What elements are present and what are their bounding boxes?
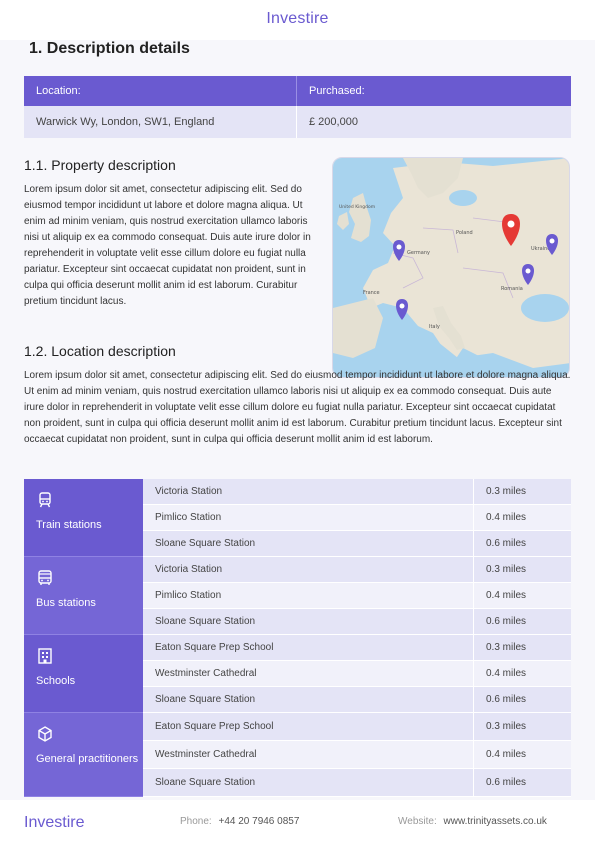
amenity-name: Sloane Square Station <box>143 769 474 796</box>
header-brand: Investire <box>266 10 329 27</box>
amenity-category-label: General practitioners <box>36 753 139 765</box>
amenity-distance: 0.4 miles <box>486 749 527 760</box>
map-label: Romania <box>501 286 523 292</box>
amenity-distance: 0.6 miles <box>486 694 527 705</box>
page-content: 1. Description details Location: Purchas… <box>0 40 595 800</box>
amenity-distance: 0.4 miles <box>486 512 527 523</box>
nearby-amenities-table: Train stations Victoria Station 0.3 miles P… <box>24 479 571 797</box>
map-label: France <box>363 290 380 296</box>
cube-icon <box>36 725 54 743</box>
location-value: Warwick Wy, London, SW1, England <box>24 106 297 138</box>
amenity-name: Eaton Square Prep School <box>143 713 474 740</box>
amenity-distance: 0.3 miles <box>486 486 527 497</box>
amenity-group: Schools Eaton Square Prep School 0.3 miles… <box>24 635 571 713</box>
amenity-name: Sloane Square Station <box>143 531 474 556</box>
phone-label: Phone: <box>180 816 212 827</box>
table-row: Eaton Square Prep School 0.3 miles <box>143 635 571 661</box>
map-label: United Kingdom <box>339 204 375 210</box>
amenity-distance: 0.6 miles <box>486 616 527 627</box>
info-table: Location: Purchased: Warwick Wy, London,… <box>24 76 571 138</box>
amenity-distance: 0.6 miles <box>486 777 527 788</box>
amenity-category-label: Schools <box>36 675 76 687</box>
amenity-name: Pimlico Station <box>143 583 474 608</box>
table-row: Sloane Square Station 0.6 miles <box>143 531 571 557</box>
table-row: Sloane Square Station 0.6 miles <box>143 769 571 797</box>
table-row: Eaton Square Prep School 0.3 miles <box>143 713 571 741</box>
amenity-group: General practitioners Eaton Square Prep S… <box>24 713 571 797</box>
location-map[interactable]: Poland Ukraine Germany France Romania It… <box>332 157 570 378</box>
school-icon <box>36 647 54 665</box>
amenity-name: Westminster Cathedral <box>143 661 474 686</box>
info-table-header: Location: Purchased: <box>24 76 571 106</box>
amenity-distance: 0.4 miles <box>486 590 527 601</box>
amenity-category: Train stations <box>24 479 143 557</box>
amenity-name: Westminster Cathedral <box>143 741 474 768</box>
amenity-distance: 0.3 miles <box>486 721 527 732</box>
table-row: Westminster Cathedral 0.4 miles <box>143 661 571 687</box>
amenity-category: Bus stations <box>24 557 143 635</box>
footer-brand: Investire <box>24 814 85 831</box>
table-row: Pimlico Station 0.4 miles <box>143 583 571 609</box>
amenity-group: Train stations Victoria Station 0.3 miles P… <box>24 479 571 557</box>
map-label: Italy <box>429 324 440 330</box>
property-description-title: 1.1. Property description <box>24 157 176 173</box>
amenity-name: Sloane Square Station <box>143 609 474 634</box>
table-row: Sloane Square Station 0.6 miles <box>143 687 571 713</box>
amenity-distance: 0.4 miles <box>486 668 527 679</box>
amenity-name: Pimlico Station <box>143 505 474 530</box>
amenity-category-label: Bus stations <box>36 597 96 609</box>
amenity-name: Victoria Station <box>143 557 474 582</box>
train-icon <box>36 491 54 509</box>
amenity-group: Bus stations Victoria Station 0.3 miles Pim… <box>24 557 571 635</box>
purchased-header: Purchased: <box>309 85 365 97</box>
page-footer: Investire Phone: +44 20 7946 0857 Websit… <box>0 800 595 842</box>
property-description-text: Lorem ipsum dolor sit amet, consectetur … <box>24 184 311 307</box>
location-header: Location: <box>24 76 297 106</box>
amenity-distance: 0.3 miles <box>486 642 527 653</box>
page-header: Investire <box>0 0 595 40</box>
amenity-name: Eaton Square Prep School <box>143 635 474 660</box>
location-description-text: Lorem ipsum dolor sit amet, consectetur … <box>24 370 571 445</box>
bus-icon <box>36 569 54 587</box>
section-title: 1. Description details <box>29 40 190 57</box>
website-link[interactable]: www.trinityassets.co.uk <box>444 816 547 827</box>
amenity-distance: 0.6 miles <box>486 538 527 549</box>
map-graphic: Poland Ukraine Germany France Romania It… <box>333 158 569 377</box>
amenity-name: Victoria Station <box>143 479 474 504</box>
amenity-category: Schools <box>24 635 143 713</box>
amenity-name: Sloane Square Station <box>143 687 474 712</box>
table-row: Victoria Station 0.3 miles <box>143 557 571 583</box>
map-label: Poland <box>456 230 473 236</box>
table-row: Pimlico Station 0.4 miles <box>143 505 571 531</box>
footer-phone: Phone: +44 20 7946 0857 <box>180 816 299 827</box>
purchased-value: £ 200,000 <box>309 116 358 128</box>
amenity-category-label: Train stations <box>36 519 102 531</box>
table-row: Sloane Square Station 0.6 miles <box>143 609 571 635</box>
footer-website: Website: www.trinityassets.co.uk <box>398 816 547 827</box>
info-table-row: Warwick Wy, London, SW1, England £ 200,0… <box>24 106 571 138</box>
website-label: Website: <box>398 816 437 827</box>
table-row: Victoria Station 0.3 miles <box>143 479 571 505</box>
phone-value: +44 20 7946 0857 <box>218 816 300 827</box>
amenity-category: General practitioners <box>24 713 143 797</box>
map-label: Germany <box>407 250 430 256</box>
amenity-distance: 0.3 miles <box>486 564 527 575</box>
location-description-title: 1.2. Location description <box>24 343 176 359</box>
table-row: Westminster Cathedral 0.4 miles <box>143 741 571 769</box>
